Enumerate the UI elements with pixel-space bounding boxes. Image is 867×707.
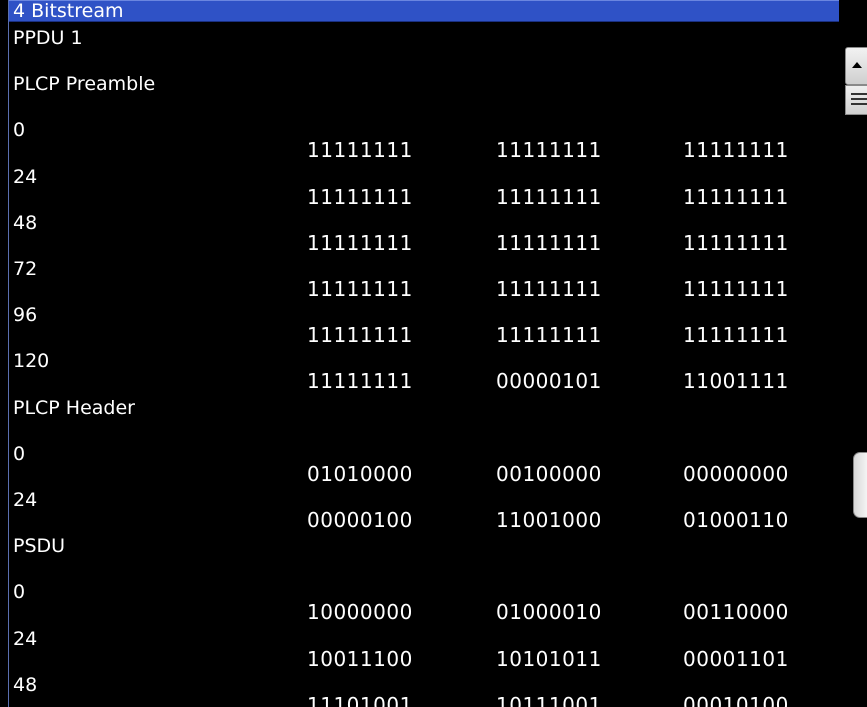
section-heading-row: PPDU 1 [9,22,839,68]
bit-offset-label: 24 [13,489,38,511]
side-panel-handle[interactable] [853,452,867,518]
window-title-bar[interactable]: 4 Bitstream [9,0,839,22]
bitstream-row: 0 10000000 01000010 00110000 [9,576,839,624]
bit-group-2: 01000010 [496,600,602,624]
bit-group-2: 00100000 [496,462,602,486]
bit-group-2: 11111111 [496,323,602,347]
grip-line [851,93,867,95]
bit-group-1: 10000000 [307,600,413,624]
bit-group-3: 01000110 [683,508,789,532]
grip-line [851,103,867,105]
bitstream-row: 0 11111111 11111111 11111111 [9,114,839,162]
vertical-scrollbar[interactable] [845,47,867,707]
bit-group-3: 11111111 [683,323,789,347]
section-heading-row: PSDU [9,530,839,576]
bit-group-2: 10111001 [496,693,602,707]
bit-group-3: 00110000 [683,600,789,624]
bit-offset-label: 24 [13,166,38,188]
bit-group-1: 11111111 [307,231,413,255]
bit-group-1: 11111111 [307,277,413,301]
bit-group-2: 11111111 [496,277,602,301]
bit-group-1: 11111111 [307,185,413,209]
bit-offset-label: 48 [13,674,38,696]
bitstream-row: 120 11111111 00000101 11001111 [9,345,839,393]
bitstream-row: 72 11111111 11111111 11111111 [9,253,839,301]
arrow-up-icon [852,62,862,68]
bit-offset-label: 0 [13,581,26,603]
scroll-up-button[interactable] [845,47,867,85]
title-bar-edge [839,0,867,22]
bit-offset-label: 24 [13,628,38,650]
bitstream-row: 24 11111111 11111111 11111111 [9,161,839,209]
bit-group-1: 00000100 [307,508,413,532]
scroll-thumb[interactable] [845,85,867,115]
bit-group-2: 10101011 [496,647,602,671]
grip-line [851,98,867,100]
bitstream-row: 48 11101001 10111001 00010100 [9,669,839,707]
bitstream-table: PPDU 1 PLCP Preamble 0 11111111 11111111 1111… [9,22,839,707]
bit-group-3: 00001101 [683,647,789,671]
bit-offset-label: 48 [13,212,38,234]
bitstream-row: 96 11111111 11111111 11111111 [9,299,839,347]
bitstream-row: 48 11111111 11111111 11111111 [9,207,839,255]
section-heading: PLCP Preamble [13,73,156,95]
bit-group-2: 11111111 [496,138,602,162]
section-heading-row: PLCP Preamble [9,68,839,114]
bitstream-row: 24 10011100 10101011 00001101 [9,623,839,671]
bit-group-3: 00000000 [683,462,789,486]
section-heading: PPDU 1 [13,27,83,49]
bit-group-1: 11111111 [307,369,413,393]
section-heading-row: PLCP Header [9,392,839,438]
bit-group-2: 00000101 [496,369,602,393]
bit-group-1: 01010000 [307,462,413,486]
bit-group-2: 11001000 [496,508,602,532]
bitstream-row: 0 01010000 00100000 00000000 [9,438,839,486]
window-title: 4 Bitstream [13,0,124,22]
bit-group-1: 10011100 [307,647,413,671]
bit-offset-label: 0 [13,119,26,141]
bit-group-3: 11001111 [683,369,789,393]
bit-group-3: 11111111 [683,231,789,255]
section-heading: PSDU [13,535,66,557]
bit-group-3: 00010100 [683,693,789,707]
bit-group-3: 11111111 [683,277,789,301]
bit-group-1: 11111111 [307,323,413,347]
bit-offset-label: 0 [13,443,26,465]
bit-offset-label: 96 [13,304,38,326]
bit-group-3: 11111111 [683,138,789,162]
bit-group-1: 11111111 [307,138,413,162]
bit-offset-label: 120 [13,350,50,372]
bitstream-window: 4 Bitstream PPDU 1 PLCP Preamble 0 11111111… [8,0,867,707]
bit-group-3: 11111111 [683,185,789,209]
bit-group-2: 11111111 [496,185,602,209]
bitstream-row: 24 00000100 11001000 01000110 [9,484,839,532]
bit-offset-label: 72 [13,258,38,280]
bit-group-2: 11111111 [496,231,602,255]
bit-group-1: 11101001 [307,693,413,707]
section-heading: PLCP Header [13,397,135,419]
